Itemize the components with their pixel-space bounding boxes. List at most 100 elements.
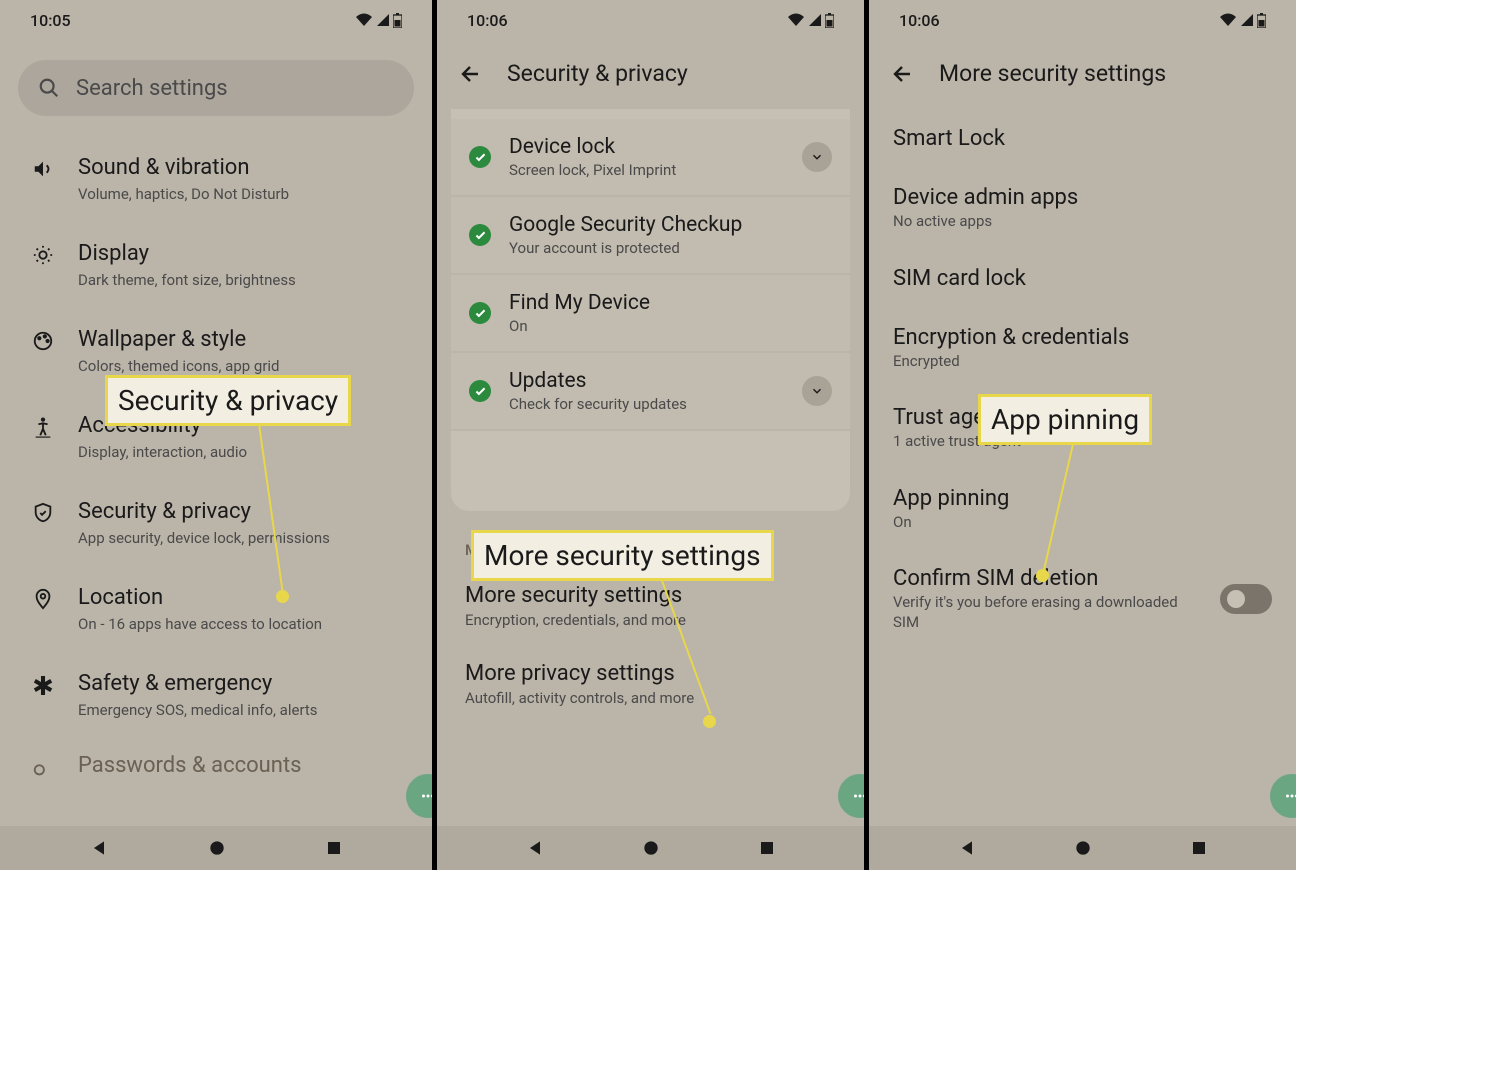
expand-button[interactable] [802,142,832,172]
search-icon [38,77,60,99]
item-device-admin[interactable]: Device admin appsNo active apps [869,168,1296,249]
settings-item-sound[interactable]: Sound & vibrationVolume, haptics, Do Not… [0,136,432,222]
card-sub: Your account is protected [509,239,832,257]
back-arrow-icon[interactable] [459,62,483,86]
item-more-security[interactable]: More security settings Encryption, crede… [437,567,864,645]
page-header: Security & privacy [437,40,864,109]
settings-item-safety[interactable]: ✱ Safety & emergency Emergency SOS, medic… [0,652,432,738]
settings-item-display[interactable]: Display Dark theme, font size, brightness [0,222,432,308]
item-sub: Encryption, credentials, and more [465,611,836,629]
location-icon [32,588,54,610]
item-sub: Display, interaction, audio [78,443,410,463]
item-sub: Encrypted [893,352,1272,372]
item-title: Passwords & accounts [78,752,302,780]
expand-button[interactable] [802,376,832,406]
check-icon [469,302,491,324]
item-sub: On [893,513,1272,533]
shield-icon [32,502,54,524]
card-title: Updates [509,369,784,393]
item-smart-lock[interactable]: Smart Lock [869,109,1296,168]
check-icon [469,224,491,246]
asterisk-icon: ✱ [32,674,54,700]
card-sub: Check for security updates [509,395,784,413]
card-sub: On [509,317,832,335]
item-title: Smart Lock [893,126,1272,151]
status-icons [355,13,402,28]
back-arrow-icon[interactable] [891,62,915,86]
card-device-lock[interactable]: Device lockScreen lock, Pixel Imprint [451,119,850,197]
accessibility-icon [32,416,54,438]
status-time: 10:05 [30,11,71,30]
item-title: Encryption & credentials [893,325,1272,350]
item-title: Display [78,240,410,268]
signal-icon [376,13,390,27]
nav-recent-icon[interactable] [325,839,343,857]
signal-icon [1240,13,1254,27]
palette-icon [32,330,54,352]
item-title: Accessibility [78,412,410,440]
item-more-privacy[interactable]: More privacy settings Autofill, activity… [437,645,864,723]
section-label: More settings [437,521,864,567]
wifi-icon [1219,13,1237,27]
nav-back-icon[interactable] [957,838,977,858]
item-encryption[interactable]: Encryption & credentialsEncrypted [869,308,1296,389]
search-bar[interactable]: Search settings [18,60,414,116]
item-sub: App security, device lock, permissions [78,529,410,549]
status-bar: 10:06 [437,0,864,40]
phone-screen-2: 10:06 Security & privacy Device lockScre… [432,0,864,870]
toggle-switch[interactable] [1220,584,1272,614]
nav-home-icon[interactable] [1073,838,1093,858]
card-sub: Screen lock, Pixel Imprint [509,161,784,179]
settings-item-passwords-cut[interactable]: Passwords & accounts [0,738,432,780]
sound-icon [32,158,54,180]
item-trust-agents[interactable]: Trust agents1 active trust agent [869,388,1296,469]
item-sub: Dark theme, font size, brightness [78,271,410,291]
phone-screen-1: 10:05 Search settings Sound & vibrationV… [0,0,432,870]
settings-item-location[interactable]: Location On - 16 apps have access to loca… [0,566,432,652]
wifi-icon [787,13,805,27]
item-title: More privacy settings [465,661,836,686]
card-google-checkup[interactable]: Google Security Checkup Your account is p… [451,197,850,275]
status-time: 10:06 [899,11,940,30]
chevron-down-icon [810,150,824,164]
item-sub: Emergency SOS, medical info, alerts [78,701,410,721]
item-title: Sound & vibration [78,154,410,182]
fab-button[interactable] [1270,774,1296,818]
fab-button[interactable] [838,774,864,818]
item-confirm-sim[interactable]: Confirm SIM deletionVerify it's you befo… [869,549,1296,649]
item-title: SIM card lock [893,266,1272,291]
item-title: Wallpaper & style [78,326,410,354]
item-sub: No active apps [893,212,1272,232]
check-icon [469,146,491,168]
page-title: More security settings [939,60,1166,87]
battery-icon [393,13,402,28]
settings-item-security[interactable]: Security & privacyApp security, device l… [0,480,432,566]
settings-item-accessibility[interactable]: Accessibility Display, interaction, audio [0,394,432,480]
more-icon [419,787,432,805]
nav-home-icon[interactable] [207,838,227,858]
settings-item-wallpaper[interactable]: Wallpaper & styleColors, themed icons, a… [0,308,432,394]
fab-button[interactable] [406,774,432,818]
nav-recent-icon[interactable] [758,839,776,857]
card-title: Google Security Checkup [509,213,832,237]
nav-bar [437,826,864,870]
item-title: Safety & emergency [78,670,410,698]
battery-icon [1257,13,1266,28]
item-title: More security settings [465,583,836,608]
card-find-device[interactable]: Find My DeviceOn [451,275,850,353]
status-icons [1219,13,1266,28]
nav-recent-icon[interactable] [1190,839,1208,857]
item-app-pinning[interactable]: App pinningOn [869,469,1296,550]
status-icons [787,13,834,28]
nav-back-icon[interactable] [89,838,109,858]
nav-bar [0,826,432,870]
item-title: Location [78,584,410,612]
nav-home-icon[interactable] [641,838,661,858]
card-updates[interactable]: Updates Check for security updates [451,353,850,431]
nav-back-icon[interactable] [525,838,545,858]
search-placeholder: Search settings [76,76,228,101]
nav-bar [869,826,1296,870]
item-sim-lock[interactable]: SIM card lock [869,249,1296,308]
signal-icon [808,13,822,27]
item-sub: On - 16 apps have access to location [78,615,410,635]
